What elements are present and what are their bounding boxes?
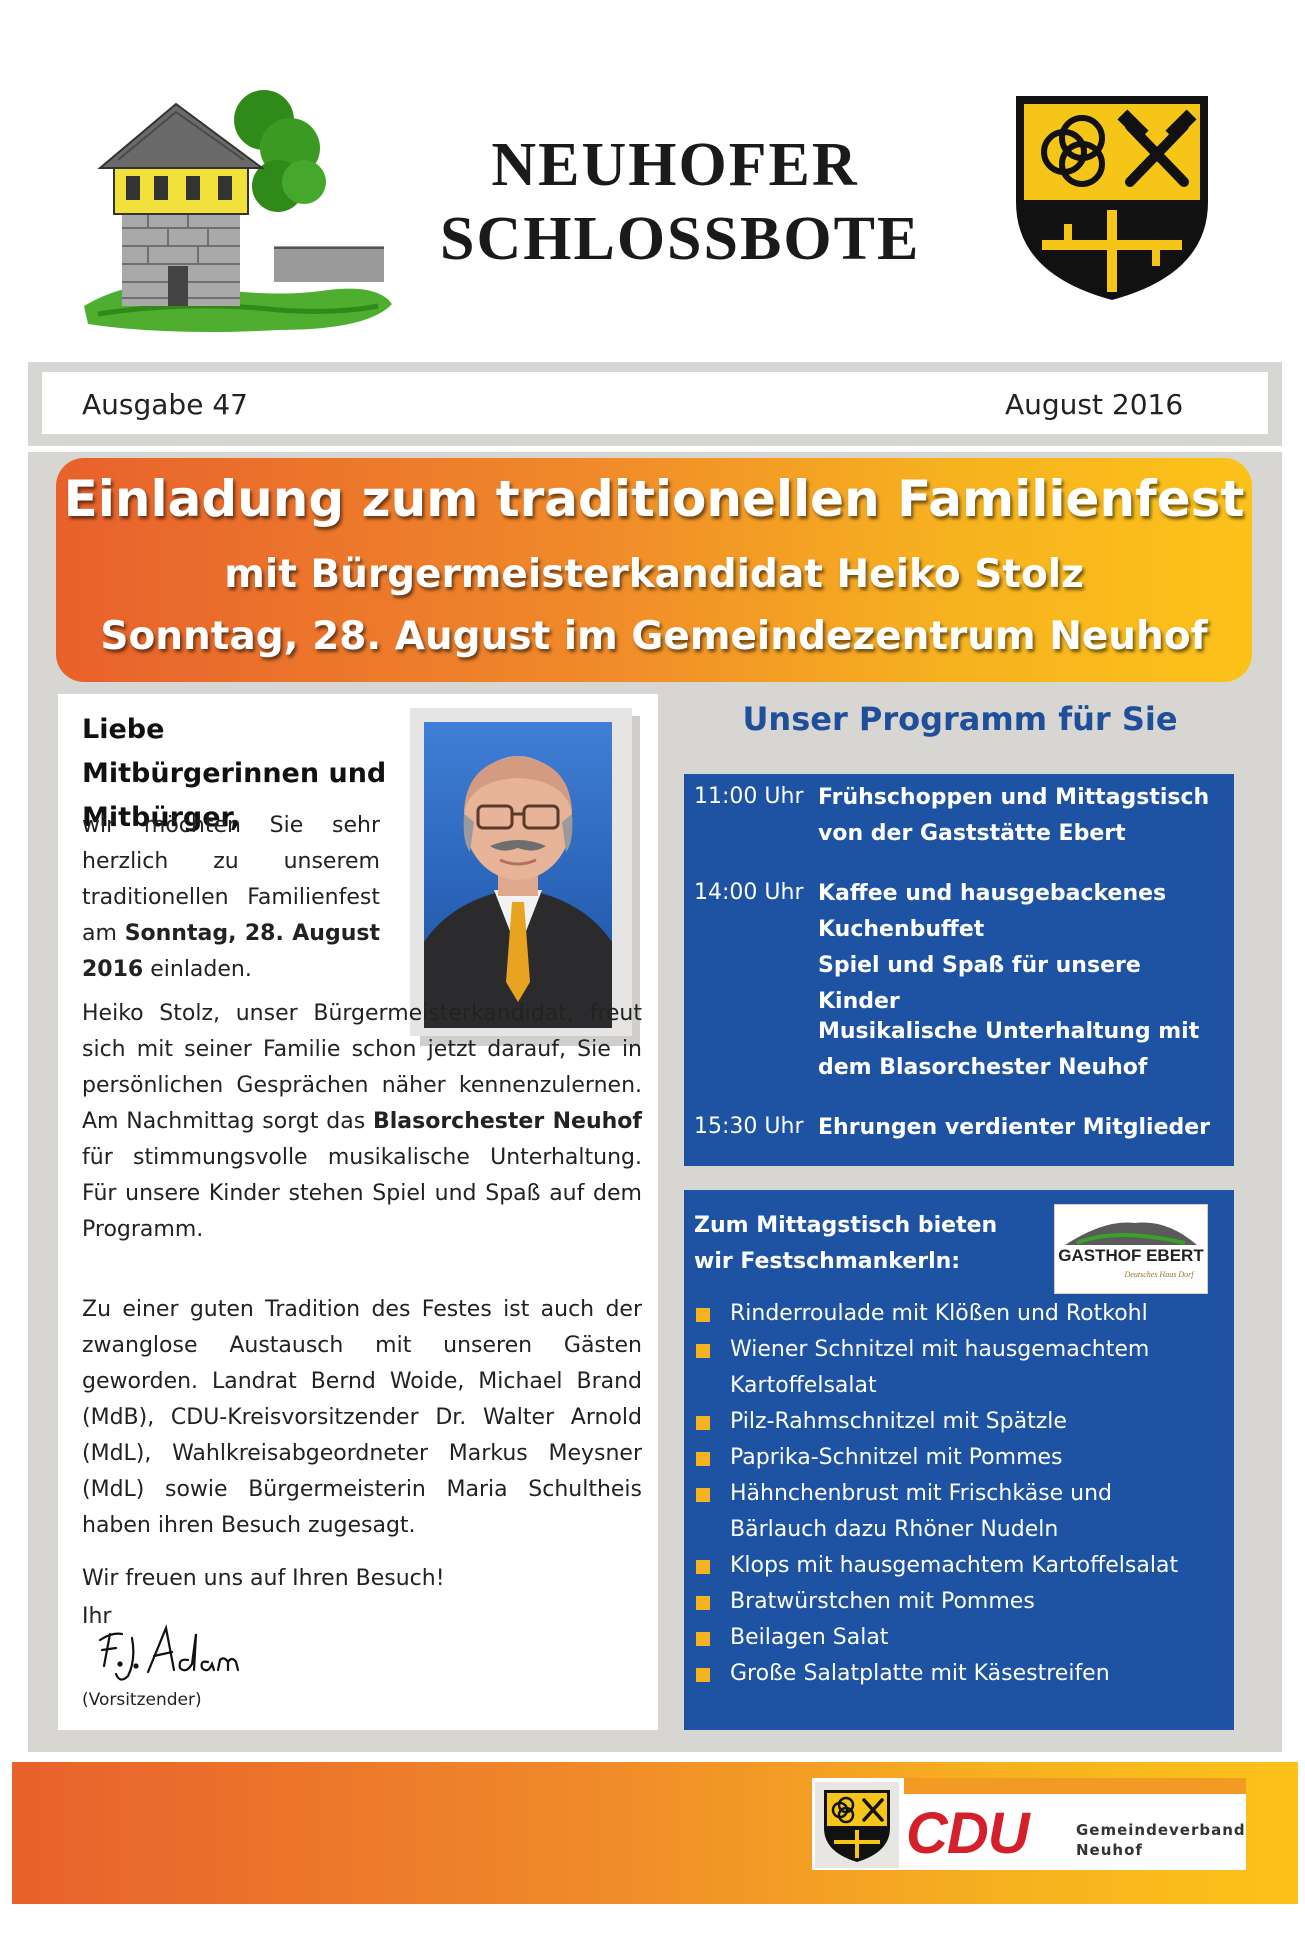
- programme-title: Unser Programm für Sie: [742, 700, 1178, 738]
- menu-heading: Zum Mittagstisch bieten wir Festschmanke…: [694, 1213, 998, 1274]
- letter-author-role: (Vorsitzender): [82, 1690, 202, 1710]
- cdu-org-line1: Gemeindeverband: [1076, 1821, 1246, 1839]
- bullet-square-icon: [696, 1416, 710, 1430]
- letter-p1-tail: einladen.: [143, 957, 252, 982]
- menu-item-label: Beilagen Salat: [730, 1625, 889, 1650]
- menu-item: Paprika-Schnitzel mit Pommes: [694, 1440, 1214, 1476]
- masthead-line1: NEUHOFER: [491, 131, 859, 199]
- bullet-square-icon: [696, 1308, 710, 1322]
- gasthof-logo-tagline: Deutsches Haus Dorf: [1124, 1270, 1196, 1279]
- bullet-square-icon: [696, 1344, 710, 1358]
- programme-time-1: 11:00 Uhr: [694, 784, 804, 809]
- menu-item: Bratwürstchen mit Pommes: [694, 1584, 1214, 1620]
- menu-list: Rinderroulade mit Klößen und Rotkohl Wie…: [694, 1296, 1214, 1692]
- programme-item-1: Frühschoppen und Mittagstisch von der Ga…: [818, 785, 1210, 846]
- bullet-square-icon: [696, 1632, 710, 1646]
- gasthof-ebert-logo: GASTHOF EBERT Deutsches Haus Dorf: [1054, 1204, 1208, 1294]
- menu-item: Rinderroulade mit Klößen und Rotkohl: [694, 1296, 1214, 1332]
- cdu-accent-stripe: [904, 1778, 1246, 1794]
- masthead-title: NEUHOFER SCHLOSSBOTE: [440, 128, 921, 276]
- menu-item-label: Hähnchenbrust mit Frischkäse und Bärlauc…: [730, 1481, 1113, 1542]
- bullet-square-icon: [696, 1596, 710, 1610]
- programme-item-5: Ehrungen verdienter Mitglieder: [818, 1115, 1211, 1140]
- issue-date: August 2016: [1005, 388, 1184, 421]
- cdu-organisation-label: Gemeindeverband Neuhof: [1076, 1820, 1246, 1860]
- menu-item: Wiener Schnitzel mit hausgemachtem Karto…: [694, 1332, 1214, 1404]
- bullet-square-icon: [696, 1488, 710, 1502]
- programme-item-3: Spiel und Spaß für unsere Kinder: [818, 953, 1141, 1014]
- banner-title: Einladung zum traditionellen Familienfes…: [63, 470, 1245, 528]
- menu-item-label: Paprika-Schnitzel mit Pommes: [730, 1445, 1063, 1470]
- letter-p2-band: Blasorchester Neuhof: [372, 1109, 642, 1134]
- letter-closing: Wir freuen uns auf Ihren Besuch!: [82, 1566, 445, 1591]
- gasthof-logo-text: GASTHOF EBERT: [1058, 1246, 1204, 1265]
- banner-subtitle: mit Bürgermeisterkandidat Heiko Stolz: [224, 552, 1084, 597]
- cdu-logo-wordmark: CDU: [906, 1801, 1030, 1866]
- menu-item: Pilz-Rahmschnitzel mit Spätzle: [694, 1404, 1214, 1440]
- bullet-square-icon: [696, 1560, 710, 1574]
- letter-paragraph-1: wir möchten Sie sehr herzlich zu unserem…: [82, 808, 380, 988]
- menu-item-label: Bratwürstchen mit Pommes: [730, 1589, 1035, 1614]
- programme-item-2: Kaffee und hausgebackenes Kuchenbuffet: [818, 881, 1167, 942]
- issue-number: Ausgabe 47: [82, 388, 248, 421]
- handwritten-signature: [98, 1624, 240, 1681]
- programme-time-5: 15:30 Uhr: [694, 1114, 804, 1139]
- letter-p2-tail: für stimmungsvolle musikalische Unterhal…: [82, 1145, 642, 1242]
- programme-time-2: 14:00 Uhr: [694, 880, 804, 905]
- coat-of-arms-icon: [1016, 96, 1208, 300]
- coat-of-arms-small-icon: [824, 1790, 890, 1862]
- programme-item-4: Musikalische Unterhaltung mit dem Blasor…: [818, 1019, 1200, 1080]
- programme-box: 11:00 Uhr Frühschoppen und Mittagstisch …: [684, 774, 1234, 1166]
- menu-item-label: Pilz-Rahmschnitzel mit Spätzle: [730, 1409, 1067, 1434]
- tower-logo-image: [84, 90, 392, 332]
- menu-item-label: Klops mit hausgemachtem Kartoffelsalat: [730, 1553, 1179, 1578]
- menu-item-label: Große Salatplatte mit Käsestreifen: [730, 1661, 1110, 1686]
- letter-paragraph-2: Heiko Stolz, unser Bürgermeisterkandidat…: [82, 996, 642, 1248]
- bullet-square-icon: [696, 1452, 710, 1466]
- masthead-line2: SCHLOSSBOTE: [440, 205, 921, 273]
- portrait-photo: [424, 722, 612, 1028]
- banner-date-line: Sonntag, 28. August im Gemeindezentrum N…: [100, 614, 1208, 659]
- letter-paragraph-3: Zu einer guten Tradition des Festes ist …: [82, 1297, 642, 1538]
- menu-item: Hähnchenbrust mit Frischkäse und Bärlauc…: [694, 1476, 1214, 1548]
- gasthof-logo-graphic: GASTHOF EBERT Deutsches Haus Dorf: [1058, 1222, 1204, 1279]
- menu-item: Beilagen Salat: [694, 1620, 1214, 1656]
- menu-item-label: Rinderroulade mit Klößen und Rotkohl: [730, 1301, 1148, 1326]
- invitation-banner: Einladung zum traditionellen Familienfes…: [56, 458, 1252, 682]
- menu-item-label: Wiener Schnitzel mit hausgemachtem Karto…: [730, 1337, 1150, 1398]
- menu-item: Große Salatplatte mit Käsestreifen: [694, 1656, 1214, 1692]
- cdu-org-line2: Neuhof: [1076, 1841, 1143, 1859]
- bullet-square-icon: [696, 1668, 710, 1682]
- menu-item: Klops mit hausgemachtem Kartoffelsalat: [694, 1548, 1214, 1584]
